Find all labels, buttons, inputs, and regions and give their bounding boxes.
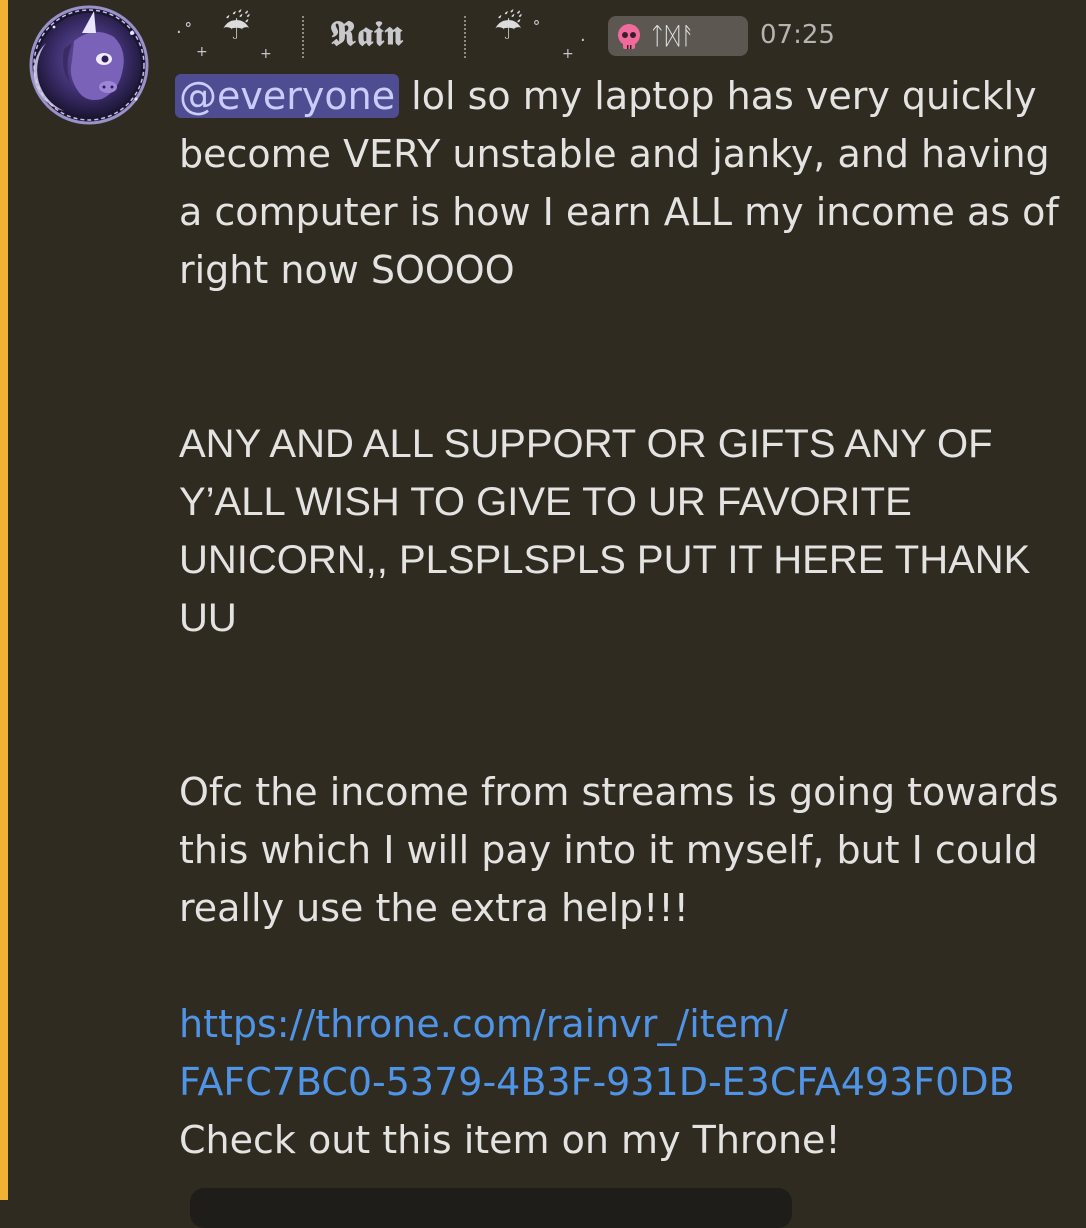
message-content: @everyone lol so my laptop has very quic… bbox=[175, 67, 1059, 1169]
sparkle-dots-icon: · bbox=[580, 30, 588, 51]
message-paragraph-2: ANY AND ALL SUPPORT OR GIFTS ANY OF Y’AL… bbox=[179, 422, 1031, 640]
name-divider-right bbox=[464, 16, 466, 58]
server-tag-text: ᛏᛞᚨ bbox=[650, 22, 697, 50]
message-paragraph-1: @everyone lol so my laptop has very quic… bbox=[175, 67, 1059, 299]
plus-sparkle-icon: + bbox=[260, 46, 274, 62]
plus-sparkle-icon: + bbox=[196, 44, 210, 60]
message-timestamp[interactable]: 07:25 bbox=[760, 20, 835, 50]
plus-sparkle-icon: + bbox=[562, 46, 576, 62]
umbrella-rain-icon: ☔ bbox=[494, 9, 523, 47]
name-divider-left bbox=[302, 16, 304, 58]
purple-unicorn-avatar-icon bbox=[29, 5, 149, 125]
message-header: ·˚ + ☔ + 𝕽𝖆𝖎𝖓 ☔ ˚ + · ᛏᛞᚨ 07:25 bbox=[172, 6, 1072, 66]
server-tag[interactable]: ᛏᛞᚨ bbox=[608, 16, 748, 56]
message-paragraph-3: Ofc the income from streams is going tow… bbox=[179, 770, 1059, 930]
pink-skull-icon bbox=[618, 24, 640, 49]
embed-preview-top[interactable] bbox=[190, 1188, 792, 1228]
umbrella-rain-icon: ☔ bbox=[222, 9, 251, 47]
everyone-mention[interactable]: @everyone bbox=[175, 74, 400, 118]
throne-link-line-1[interactable]: https://throne.com/rainvr_/item/ bbox=[179, 995, 1059, 1053]
display-name[interactable]: 𝕽𝖆𝖎𝖓 bbox=[330, 14, 404, 54]
user-avatar[interactable] bbox=[24, 3, 154, 127]
embed-caption: Check out this item on my Throne! bbox=[179, 1118, 841, 1162]
mention-highlight-bar bbox=[0, 0, 8, 1200]
sparkle-dots-icon: ˚ bbox=[532, 20, 543, 41]
throne-link[interactable]: https://throne.com/rainvr_/item/ FAFC7BC… bbox=[179, 995, 1059, 1111]
throne-link-line-2[interactable]: FAFC7BC0-5379-4B3F-931D-E3CFA493F0DB bbox=[179, 1053, 1059, 1111]
sparkle-dots-icon: ·˚ bbox=[176, 22, 195, 43]
